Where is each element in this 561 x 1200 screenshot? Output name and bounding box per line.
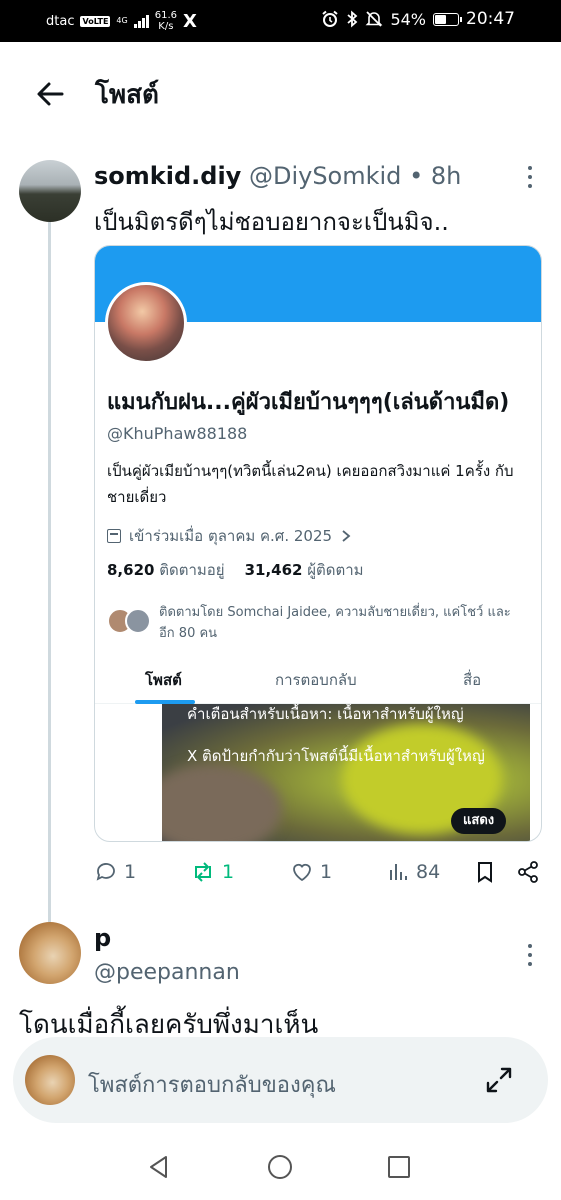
repost-count: 1 [222,861,235,883]
following-stat[interactable]: 8,620 ติดตามอยู่ [107,558,225,582]
author-name[interactable]: somkid.diy [94,162,241,190]
sensitive-media[interactable]: คำเตือนสำหรับเนื้อหา: เนื้อหาสำหรับผู้ให… [162,704,530,841]
expand-composer-button[interactable] [483,1064,515,1096]
reply-button[interactable]: 1 [94,860,136,884]
share-icon [518,861,538,883]
my-avatar [25,1055,75,1105]
bluetooth-icon [347,10,358,28]
net-speed: 61.6 K/s [155,10,177,32]
profile-tabs: โพสต์ การตอบกลับ สื่อ [95,656,541,704]
tab-replies[interactable]: การตอบกลับ [275,668,357,692]
thread-line [48,222,51,922]
profile-bio: เป็นคู่ผัวเมียบ้านๆๆ(ทวิตนี้เล่น2คน) เคย… [107,462,514,506]
author-avatar[interactable] [19,160,81,222]
network-type: 4G [116,16,128,25]
like-count: 1 [320,861,333,883]
reply-author-avatar[interactable] [19,922,81,984]
like-button[interactable]: 1 [290,860,332,884]
share-button[interactable] [516,860,540,884]
views-button[interactable]: 84 [388,860,440,884]
page-title: โพสต์ [95,80,159,110]
status-bar-left: dtac VoLTE 4G 61.6 K/s X [46,10,197,32]
following-count: 8,620 [107,561,155,579]
followed-by-text[interactable]: ติดตามโดย Somchai Jaidee, ความลับชายเดี่… [159,602,519,644]
post-time: 8h [430,162,462,190]
battery-percent: 54% [390,9,426,29]
tab-posts[interactable]: โพสต์ [145,668,182,692]
followed-by-avatars [107,608,155,634]
bookmark-icon [478,862,492,883]
nav-recents-button[interactable] [386,1154,412,1180]
arrow-left-icon [37,82,64,106]
show-media-button[interactable]: แสดง [451,808,507,834]
clock: 20:47 [466,9,515,29]
status-bar-right: 54% 20:47 [321,9,515,29]
reply-more-options-button[interactable] [520,944,540,968]
view-count: 84 [416,861,441,883]
profile-stats: 8,620 ติดตามอยู่ 31,462 ผู้ติดตาม [107,558,364,582]
expand-icon [486,1067,512,1093]
avatar [125,608,151,634]
reply-composer[interactable]: โพสต์การตอบกลับของคุณ [13,1037,548,1123]
repost-button[interactable]: 1 [190,860,234,884]
followers-stat[interactable]: 31,462 ผู้ติดตาม [245,558,364,582]
mute-icon [366,11,383,27]
reply-count: 1 [124,861,137,883]
more-options-button[interactable] [520,166,540,190]
back-button[interactable] [30,74,70,114]
post-header: somkid.diy @DiySomkid • 8h [94,162,461,190]
signal-icon [133,14,149,28]
profile-name: แมนกับฝน...คู่ผัวเมียบ้านๆๆๆ(เล่นด้านมืด… [107,390,510,415]
followers-count: 31,462 [244,561,303,579]
following-label: ติดตามอยู่ [159,561,225,579]
reply-author-handle[interactable]: @peepannan [94,960,240,985]
content-warning-text: X ติดป้ายกำกับว่าโพสต์นี้มีเนื้อหาสำหรับ… [187,747,485,765]
status-bar: dtac VoLTE 4G 61.6 K/s X 54% 20:47 [0,0,561,42]
battery-fill [435,14,446,24]
post-actions: 1 1 1 84 [94,858,544,888]
net-speed-unit: K/s [158,21,174,32]
calendar-icon [107,529,121,543]
profile-joined[interactable]: เข้าร่วมเมื่อ ตุลาคม ค.ศ. 2025 [107,524,352,548]
top-bar: โพสต์ [0,42,561,142]
joined-text: เข้าร่วมเมื่อ ตุลาคม ค.ศ. 2025 [129,527,333,545]
profile-card[interactable]: แมนกับฝน...คู่ผัวเมียบ้านๆๆๆ(เล่นด้านมืด… [94,245,542,842]
media-blur [162,764,282,841]
battery-icon [433,12,462,26]
author-handle[interactable]: @DiySomkid [249,162,401,190]
square-recents-icon [388,1156,410,1178]
triangle-back-icon [150,1156,167,1178]
followers-label: ผู้ติดตาม [307,561,364,579]
alarm-icon [322,10,339,27]
net-speed-value: 61.6 [154,10,177,21]
heart-icon [293,863,311,882]
nav-back-button[interactable] [146,1154,172,1180]
views-icon [390,864,407,880]
reply-author-name[interactable]: p [94,924,111,952]
chevron-right-icon [342,530,351,542]
profile-handle: @KhuPhaw88188 [107,424,248,443]
volte-badge: VoLTE [80,15,111,27]
content-warning-title: คำเตือนสำหรับเนื้อหา: เนื้อหาสำหรับผู้ให… [187,705,464,723]
system-nav-bar [0,1130,561,1200]
meta-separator: • [409,162,424,190]
nav-home-button[interactable] [267,1154,293,1180]
carrier-name: dtac [46,13,75,29]
reply-input[interactable]: โพสต์การตอบกลับของคุณ [88,1067,336,1102]
tab-media[interactable]: สื่อ [463,668,481,692]
reply-icon [96,863,115,881]
circle-home-icon [268,1155,292,1179]
post-text: เป็นมิตรดีๆไม่ชอบอยากจะเป็นมิจ.. [94,208,449,236]
x-app-icon: X [182,10,197,32]
profile-avatar[interactable] [105,282,187,364]
repost-icon [195,862,211,882]
bookmark-button[interactable] [474,860,496,884]
